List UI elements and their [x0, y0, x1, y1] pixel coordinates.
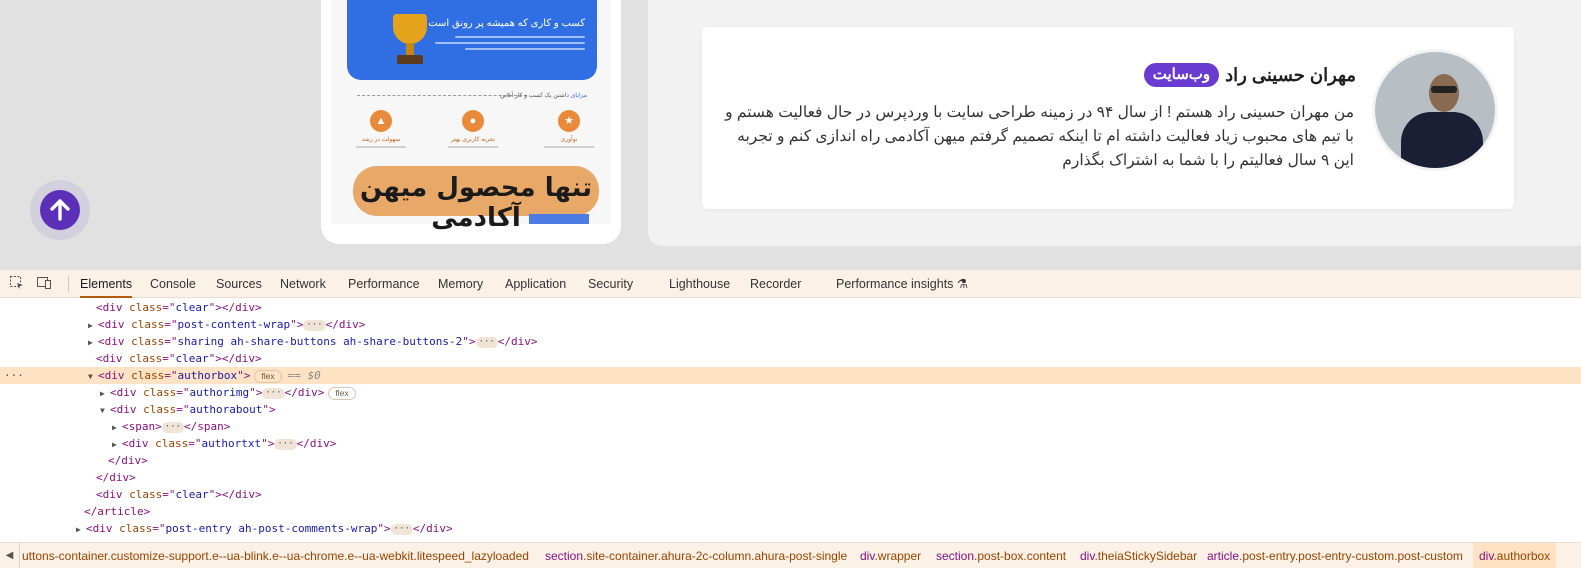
- expand-triangle-icon[interactable]: ▶: [112, 436, 122, 453]
- flex-badge[interactable]: flex: [254, 369, 282, 383]
- tab-recorder[interactable]: Recorder: [750, 270, 801, 298]
- promo-subtitle: مزایای داشتن یک کسب و کار آنلاین: [500, 93, 587, 99]
- ellipsis-icon[interactable]: ···: [161, 421, 185, 433]
- breadcrumb-item[interactable]: article.post-entry.post-entry-custom.pos…: [1207, 543, 1463, 568]
- promo-text-line: [435, 42, 585, 44]
- flex-badge[interactable]: flex: [328, 386, 356, 400]
- dom-node[interactable]: <div class="clear"></div>: [0, 350, 1581, 367]
- tab-application[interactable]: Application: [505, 270, 566, 298]
- dom-node[interactable]: </div>: [0, 469, 1581, 486]
- expand-triangle-icon[interactable]: ▶: [76, 521, 86, 538]
- collapse-triangle-icon[interactable]: ▼: [100, 402, 110, 419]
- promo-phone-mockup: کسب و کاری که همیشه پر رونق است ... مزای…: [321, 0, 621, 244]
- device-toolbar-icon[interactable]: [35, 275, 53, 293]
- expand-triangle-icon[interactable]: ▶: [112, 419, 122, 436]
- ellipsis-icon[interactable]: ···: [390, 523, 413, 535]
- inspect-element-icon[interactable]: [8, 275, 26, 293]
- devtools-toolbar: Elements Console Sources Network Performance…: [0, 270, 1581, 298]
- feature-item: ▲ سهولت در رشد: [351, 110, 411, 148]
- tab-elements[interactable]: Elements: [80, 270, 133, 298]
- promo-text-line: [455, 36, 585, 38]
- avatar: [1372, 49, 1498, 171]
- dom-node[interactable]: </article>: [0, 503, 1581, 520]
- breadcrumb-item[interactable]: section.site-container.ahura-2c-column.a…: [545, 543, 847, 568]
- dom-breadcrumbs: ◀ uttons-container.customize-support.e--…: [0, 542, 1581, 568]
- tab-network[interactable]: Network: [280, 270, 326, 298]
- author-badge[interactable]: وب‌سایت: [1143, 63, 1220, 87]
- scroll-top-button[interactable]: [30, 180, 90, 240]
- expand-triangle-icon[interactable]: ▶: [100, 385, 110, 402]
- collapse-triangle-icon[interactable]: ▼: [88, 368, 98, 385]
- tab-console[interactable]: Console: [150, 270, 196, 298]
- author-header: مهران حسینی راد وب‌سایت: [1143, 63, 1356, 87]
- trophy-icon: [387, 14, 433, 66]
- dom-tree: <div class="clear"></div> ▶ <div class="po…: [0, 299, 1581, 541]
- chevron-left-icon[interactable]: ◀: [0, 543, 20, 568]
- tab-performance-insights[interactable]: Performance insights ⚗: [836, 270, 968, 298]
- star-icon: ★: [558, 110, 580, 132]
- expand-triangle-icon[interactable]: ▶: [88, 317, 98, 334]
- breadcrumb-item[interactable]: uttons-container.customize-support.e--ua…: [22, 543, 529, 568]
- breadcrumb-item[interactable]: div.wrapper: [860, 543, 921, 568]
- breadcrumb-item[interactable]: section.post-box.content: [936, 543, 1066, 568]
- promo-content: کسب و کاری که همیشه پر رونق است ... مزای…: [331, 0, 611, 233]
- author-name: مهران حسینی راد: [1225, 64, 1356, 85]
- dom-node[interactable]: ▶ <div class="authorimg"> ··· </div> flex: [0, 384, 1581, 401]
- devtools-panel: Elements Console Sources Network Performance…: [0, 270, 1581, 572]
- expand-triangle-icon[interactable]: ▶: [88, 334, 98, 351]
- arrow-up-icon: [50, 199, 70, 221]
- banner-peek: [529, 214, 589, 224]
- flask-icon: ⚗: [956, 277, 969, 291]
- tab-lighthouse[interactable]: Lighthouse: [669, 270, 730, 298]
- dom-node[interactable]: <div class="clear"></div>: [0, 299, 1581, 316]
- promo-banner[interactable]: تنها محصول میهن آکادمی: [353, 166, 599, 233]
- dom-node-selected[interactable]: ▼ <div class="authorbox"> flex == $0 ···: [0, 367, 1581, 384]
- dom-node[interactable]: </div>: [0, 452, 1581, 469]
- page-viewport: کسب و کاری که همیشه پر رونق است ... مزای…: [0, 0, 1581, 270]
- tab-performance[interactable]: Performance: [348, 270, 420, 298]
- promo-title: کسب و کاری که همیشه پر رونق است ...: [417, 18, 585, 29]
- dom-node[interactable]: <div class="clear"></div>: [0, 486, 1581, 503]
- dom-node[interactable]: ▼ <div class="authorabout">: [0, 401, 1581, 418]
- author-box: مهران حسینی راد وب‌سایت من مهران حسینی ر…: [702, 27, 1514, 209]
- ellipsis-icon[interactable]: ···: [274, 438, 297, 450]
- dom-node[interactable]: ▶ <div class="authortxt"> ··· </div>: [0, 435, 1581, 452]
- author-bio: من مهران حسینی راد هستم ! از سال ۹۴ در ز…: [725, 104, 1354, 169]
- dom-node[interactable]: ▶ <div class="sharing ah-share-buttons ah…: [0, 333, 1581, 350]
- user-icon: ●: [462, 110, 484, 132]
- feature-item: ● تجربه کاربری بهتر: [443, 110, 503, 148]
- tab-security[interactable]: Security: [588, 270, 633, 298]
- tab-sources[interactable]: Sources: [216, 270, 262, 298]
- chart-icon: ▲: [370, 110, 392, 132]
- promo-hero: کسب و کاری که همیشه پر رونق است ...: [347, 0, 597, 80]
- dom-node[interactable]: ▶ <div class="post-entry ah-post-comments…: [0, 520, 1581, 537]
- dom-node[interactable]: ▶ <div class="post-content-wrap"> ··· </div…: [0, 316, 1581, 333]
- tab-memory[interactable]: Memory: [438, 270, 483, 298]
- feature-item: ★ نوآوری: [539, 110, 599, 148]
- dom-node[interactable]: ▶ <span> ··· </span>: [0, 418, 1581, 435]
- ellipsis-icon[interactable]: ···: [303, 319, 326, 331]
- breadcrumb-item[interactable]: div.theiaStickySidebar: [1080, 543, 1197, 568]
- more-icon[interactable]: ···: [4, 367, 24, 384]
- promo-text-line: [465, 48, 585, 50]
- ellipsis-icon[interactable]: ···: [475, 336, 498, 348]
- breadcrumb-item[interactable]: div.authorbox: [1473, 543, 1557, 568]
- ellipsis-icon[interactable]: ···: [262, 387, 285, 399]
